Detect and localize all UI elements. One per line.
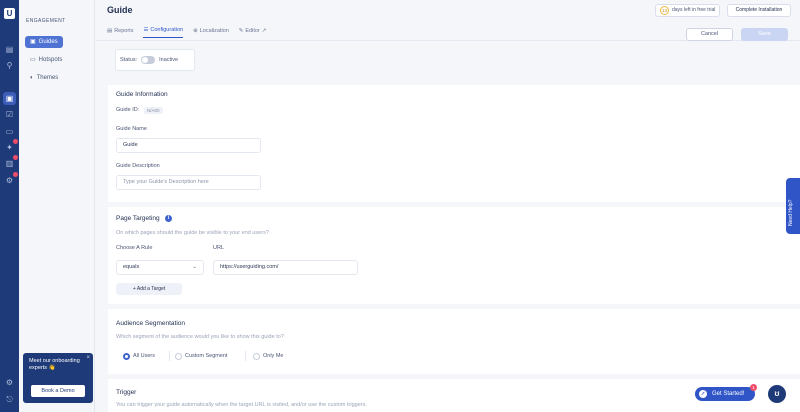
choose-rule-label: Choose A Rule (116, 245, 153, 251)
guide-id-value: N/A00 (144, 107, 163, 114)
sidebar-item-label: Hotspots (38, 57, 63, 63)
rule-select[interactable]: equals ⌄ (116, 260, 204, 275)
page-title: Guide (107, 5, 133, 15)
radio-circle (123, 352, 130, 360)
notification-dot (13, 139, 18, 144)
url-label: URL (213, 245, 225, 251)
globe-icon: ⊕ (193, 27, 198, 34)
radio-custom-segment[interactable]: Custom Segment (175, 350, 228, 362)
palette-icon: ◐ (30, 75, 34, 81)
guide-description-label: Guide Description (116, 163, 160, 169)
tab-bar: ▤ Reports ☰ Configuration ⊕ Localization ✎ E… (107, 27, 266, 38)
audience-section (108, 309, 800, 374)
tab-reports[interactable]: ▤ Reports (107, 27, 133, 38)
app-rail: U ▤ ⚲ ▣ ☑ ▭ ✦ ▥ ⚙ ⚙ ⎋ (0, 0, 19, 412)
add-target-button[interactable]: + Add a Target (116, 283, 182, 295)
tab-label: Configuration (150, 27, 184, 33)
hotspot-icon: ▭ (30, 57, 36, 63)
tab-label: Localization (199, 27, 229, 34)
tab-label: Editor (245, 27, 260, 34)
logout-icon[interactable]: ⎋ (3, 393, 16, 406)
radio-separator (245, 351, 246, 361)
need-help-label: Need Help? (788, 199, 794, 226)
guide-id-label: Guide ID: (116, 107, 140, 113)
rule-select-value: equals (123, 264, 140, 270)
user-icon[interactable]: ⚲ (3, 59, 16, 72)
guide-description-input[interactable]: Type your Guide's Description here (116, 175, 261, 190)
sidebar-item-themes[interactable]: ◐ Themes (25, 72, 63, 84)
promo-text: Meet our onboarding experts 👋 (29, 358, 80, 371)
radio-label: Only Me (263, 353, 284, 359)
notification-dot (13, 172, 18, 177)
survey-icon[interactable]: ▭ (3, 125, 16, 138)
book-demo-button[interactable]: Book a Demo (31, 385, 85, 397)
help-widget-icon[interactable]: ʊ (768, 385, 786, 403)
dashboard-icon[interactable]: ▤ (3, 43, 16, 56)
save-button[interactable]: Save (741, 28, 788, 41)
edit-icon: ✎ (238, 27, 244, 34)
trial-text: days left in free trial (672, 7, 716, 13)
get-started-button[interactable]: ➚ Get Started! 1 (695, 384, 757, 401)
main-content: Guide 13 days left in free trial Complet… (96, 0, 800, 412)
info-icon[interactable]: i (165, 215, 172, 222)
tab-editor[interactable]: ✎ Editor ↗ (239, 27, 267, 38)
onboarding-promo: × Meet our onboarding experts 👋 Book a D… (23, 353, 93, 403)
trigger-heading: Trigger (116, 389, 137, 396)
need-help-tab[interactable]: Need Help? (786, 178, 800, 234)
section-title: ENGAGEMENT (26, 18, 66, 24)
guide-info-heading: Guide Information (116, 91, 168, 98)
tab-label: Reports (114, 27, 134, 34)
radio-separator (169, 351, 170, 361)
status-control: Status: Inactive (115, 49, 195, 71)
status-value: Inactive (159, 57, 179, 63)
radio-all-users[interactable]: All Users (123, 350, 155, 362)
chevron-down-icon: ⌄ (192, 264, 197, 270)
cancel-button[interactable]: Cancel (686, 28, 733, 41)
radio-label: Custom Segment (185, 353, 228, 359)
sliders-icon: ☰ (143, 27, 149, 33)
status-toggle[interactable] (141, 56, 156, 64)
url-input[interactable]: https://userguiding.com/ (213, 260, 358, 275)
guide-name-label: Guide Name (116, 126, 147, 132)
guides-rail-icon[interactable]: ▣ (3, 92, 16, 105)
sidebar-item-label: Guides (38, 39, 58, 45)
settings-icon[interactable]: ⚙ (3, 376, 16, 389)
complete-installation-button[interactable]: Complete Installation (727, 4, 791, 17)
rocket-icon: ➚ (699, 390, 707, 398)
tab-localization[interactable]: ⊕ Localization (193, 27, 229, 38)
status-label: Status: (120, 57, 138, 63)
audience-heading: Audience Segmentation (116, 320, 186, 327)
sidebar-item-label: Themes (36, 75, 59, 81)
app-logo-icon[interactable]: U (4, 8, 15, 19)
announcement-icon[interactable]: ✦ (3, 139, 18, 154)
sidebar-item-hotspots[interactable]: ▭ Hotspots (25, 54, 67, 66)
page-targeting-section (108, 207, 800, 304)
integrations-icon[interactable]: ⚙ (3, 172, 18, 187)
engagement-sidebar: ENGAGEMENT ▣ Guides ▭ Hotspots ◐ Themes (19, 0, 95, 412)
guide-name-input[interactable]: Guide (116, 138, 261, 153)
trial-indicator: 13 days left in free trial (655, 4, 721, 17)
trial-days-badge: 13 (660, 6, 669, 15)
knowledge-base-icon[interactable]: ▥ (3, 155, 18, 170)
report-icon: ▤ (107, 27, 113, 34)
trigger-description: You can trigger your guide automatically… (116, 402, 367, 408)
tab-configuration[interactable]: ☰ Configuration (143, 27, 184, 38)
notification-badge: 1 (750, 384, 757, 391)
get-started-label: Get Started! (712, 391, 745, 397)
page-targeting-description: On which pages should the guide be visib… (116, 230, 269, 236)
radio-label: All Users (133, 353, 156, 359)
close-icon[interactable]: × (86, 355, 90, 361)
external-link-icon: ↗ (261, 27, 267, 34)
sidebar-item-guides[interactable]: ▣ Guides (25, 36, 63, 48)
notification-dot (13, 155, 18, 160)
radio-circle (175, 352, 182, 360)
radio-circle (253, 352, 260, 360)
audience-description: Which segment of the audience would you … (116, 334, 284, 340)
radio-only-me[interactable]: Only Me (253, 350, 283, 362)
guides-icon: ▣ (30, 39, 36, 45)
checklist-icon[interactable]: ☑ (3, 108, 16, 121)
page-targeting-heading: Page Targeting (116, 215, 160, 222)
